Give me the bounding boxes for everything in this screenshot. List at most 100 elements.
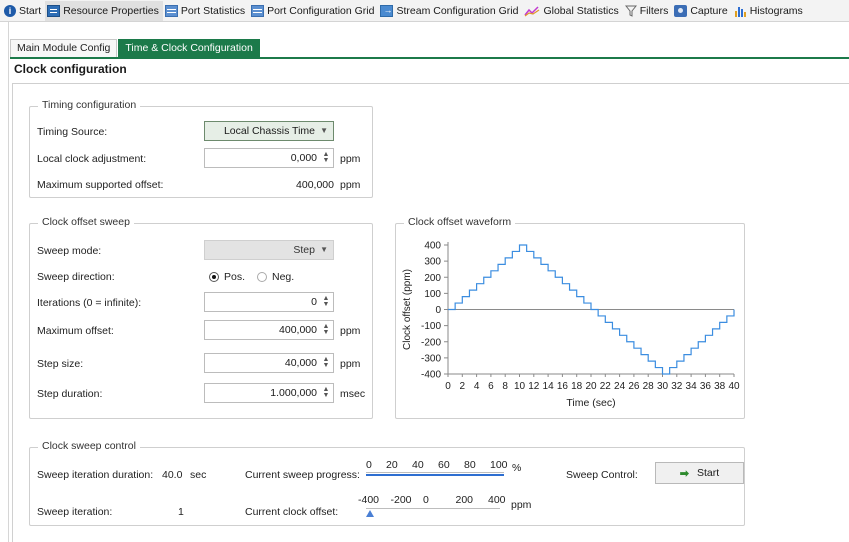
- toolbar-capture[interactable]: Capture: [672, 1, 731, 21]
- current-clock-offset-indicator: -400 -200 0 200 400: [358, 494, 506, 524]
- iterations-label: Iterations (0 = infinite):: [37, 297, 142, 309]
- toolbar-stream-config-grid[interactable]: Stream Configuration Grid: [378, 1, 522, 21]
- step-duration-input[interactable]: 1.000,000 ▲ ▼: [204, 383, 334, 403]
- toolbar-port-statistics-label: Port Statistics: [180, 4, 246, 17]
- step-size-label: Step size:: [37, 358, 84, 370]
- grid-icon: [164, 4, 178, 17]
- y-axis-label: Clock offset (ppm): [402, 269, 413, 350]
- group-legend: Timing configuration: [38, 99, 141, 111]
- toolbar-port-config-grid[interactable]: Port Configuration Grid: [249, 1, 378, 21]
- y-tick-label: 0: [435, 305, 441, 316]
- progress-fill: [366, 474, 504, 476]
- clock-offset-sweep-group: Clock offset sweep Sweep mode: Step ▼ Sw…: [29, 216, 373, 419]
- toolbar-histograms[interactable]: Histograms: [732, 1, 807, 21]
- chevron-down-icon: ▼: [320, 126, 328, 135]
- toolbar-port-config-grid-label: Port Configuration Grid: [267, 4, 375, 17]
- toolbar-global-statistics-label: Global Statistics: [543, 4, 619, 17]
- x-tick-label: 8: [502, 381, 508, 392]
- toolbar-stream-config-grid-label: Stream Configuration Grid: [396, 4, 519, 17]
- x-tick-label: 28: [643, 381, 655, 392]
- offset-scale-label: -200: [390, 494, 412, 506]
- offset-scale-label: 0: [423, 494, 429, 506]
- direction-pos-radio[interactable]: [209, 272, 219, 282]
- x-tick-label: 40: [728, 381, 740, 392]
- window-icon: [47, 4, 61, 17]
- x-tick-label: 0: [445, 381, 451, 392]
- x-tick-label: 36: [700, 381, 712, 392]
- module-tabs: Main Module Config Time & Clock Configur…: [10, 39, 261, 58]
- x-tick-label: 20: [585, 381, 597, 392]
- top-toolbar: i Start Resource Properties Port Statist…: [0, 0, 849, 22]
- direction-neg-radio[interactable]: [257, 272, 267, 282]
- iteration-duration-value: 40.0: [162, 469, 183, 481]
- step-duration-value: 1.000,000: [270, 387, 317, 399]
- x-tick-label: 32: [671, 381, 683, 392]
- spin-icon[interactable]: ▲ ▼: [322, 323, 330, 336]
- step-size-value: 40,000: [284, 357, 317, 369]
- x-tick-label: 26: [628, 381, 640, 392]
- arrow-right-icon: ➡: [679, 467, 690, 480]
- toolbar-resource-properties-label: Resource Properties: [63, 4, 159, 17]
- maximum-offset-input[interactable]: 400,000 ▲ ▼: [204, 320, 334, 340]
- iterations-input[interactable]: 0 ▲ ▼: [204, 292, 334, 312]
- filter-icon: [624, 5, 637, 17]
- toolbar-port-statistics[interactable]: Port Statistics: [163, 1, 249, 21]
- sweep-direction-label: Sweep direction:: [37, 271, 115, 283]
- sweep-progress-label: Current sweep progress:: [245, 469, 360, 481]
- spin-icon[interactable]: ▲ ▼: [322, 356, 330, 369]
- x-tick-label: 12: [528, 381, 540, 392]
- timing-source-select[interactable]: Local Chassis Time ▼: [204, 121, 334, 141]
- tab-main-module-config[interactable]: Main Module Config: [10, 39, 118, 58]
- progress-scale-label: 100: [490, 459, 508, 471]
- clock-offset-chart: 4003002001000-100-200-300-4000 2 4 6 8 10 12 14…: [402, 241, 740, 410]
- step-duration-unit: msec: [340, 388, 366, 400]
- tab-time-clock-configuration[interactable]: Time & Clock Configuration: [118, 39, 260, 58]
- max-supported-offset-value: 400,000: [296, 179, 334, 191]
- toolbar-global-statistics[interactable]: Global Statistics: [522, 1, 622, 21]
- sweep-control-label: Sweep Control:: [566, 469, 638, 481]
- toolbar-filters[interactable]: Filters: [623, 1, 673, 21]
- step-size-input[interactable]: 40,000 ▲ ▼: [204, 353, 334, 373]
- x-tick-label: 18: [571, 381, 583, 392]
- sweep-progress-unit: %: [512, 462, 522, 474]
- timing-configuration-group: Timing configuration Timing Source: Loca…: [29, 99, 373, 198]
- toolbar-resource-properties[interactable]: Resource Properties: [45, 0, 163, 21]
- spin-icon[interactable]: ▲ ▼: [322, 151, 330, 164]
- maximum-offset-label: Maximum offset:: [37, 325, 114, 337]
- local-clock-adjustment-label: Local clock adjustment:: [37, 153, 147, 165]
- y-tick-label: 300: [424, 257, 441, 268]
- y-tick-label: -100: [421, 321, 441, 332]
- tab-underline: [10, 57, 849, 59]
- iteration-duration-unit: sec: [190, 469, 207, 481]
- sweep-mode-value: Step: [293, 244, 315, 256]
- sweep-mode-label: Sweep mode:: [37, 245, 102, 257]
- iteration-duration-label: Sweep iteration duration:: [37, 469, 154, 481]
- x-tick-label: 2: [460, 381, 466, 392]
- spin-icon[interactable]: ▲ ▼: [322, 295, 330, 308]
- clock-offset-waveform-group: Clock offset waveform 400 300 200 100 0 -100-…: [395, 216, 745, 419]
- local-clock-adjustment-input[interactable]: 0,000 ▲ ▼: [204, 148, 334, 168]
- page-title: Clock configuration: [14, 62, 127, 76]
- max-supported-offset-label: Maximum supported offset:: [37, 179, 164, 191]
- progress-scale-label: 60: [438, 459, 450, 471]
- toolbar-capture-label: Capture: [690, 4, 728, 17]
- x-tick-label: 10: [514, 381, 526, 392]
- max-supported-offset-unit: ppm: [340, 179, 361, 191]
- x-tick-label: 14: [543, 381, 555, 392]
- toolbar-start[interactable]: i Start: [2, 1, 45, 21]
- offset-scale-label: -400: [358, 494, 380, 506]
- group-legend: Clock offset sweep: [38, 216, 134, 228]
- x-tick-label: 4: [474, 381, 480, 392]
- direction-neg-label: Neg.: [272, 271, 295, 283]
- progress-scale-label: 80: [464, 459, 476, 471]
- local-clock-adjustment-value: 0,000: [290, 152, 317, 164]
- toolbar-start-label: Start: [19, 4, 42, 17]
- spin-icon[interactable]: ▲ ▼: [322, 386, 330, 399]
- x-tick-label: 6: [488, 381, 494, 392]
- x-tick-label: 22: [600, 381, 612, 392]
- start-button[interactable]: ➡ Start: [655, 462, 744, 484]
- offset-scale-label: 200: [455, 494, 474, 506]
- timing-source-value: Local Chassis Time: [223, 125, 315, 137]
- direction-pos-label: Pos.: [224, 271, 246, 283]
- sweep-mode-select[interactable]: Step ▼: [204, 240, 334, 260]
